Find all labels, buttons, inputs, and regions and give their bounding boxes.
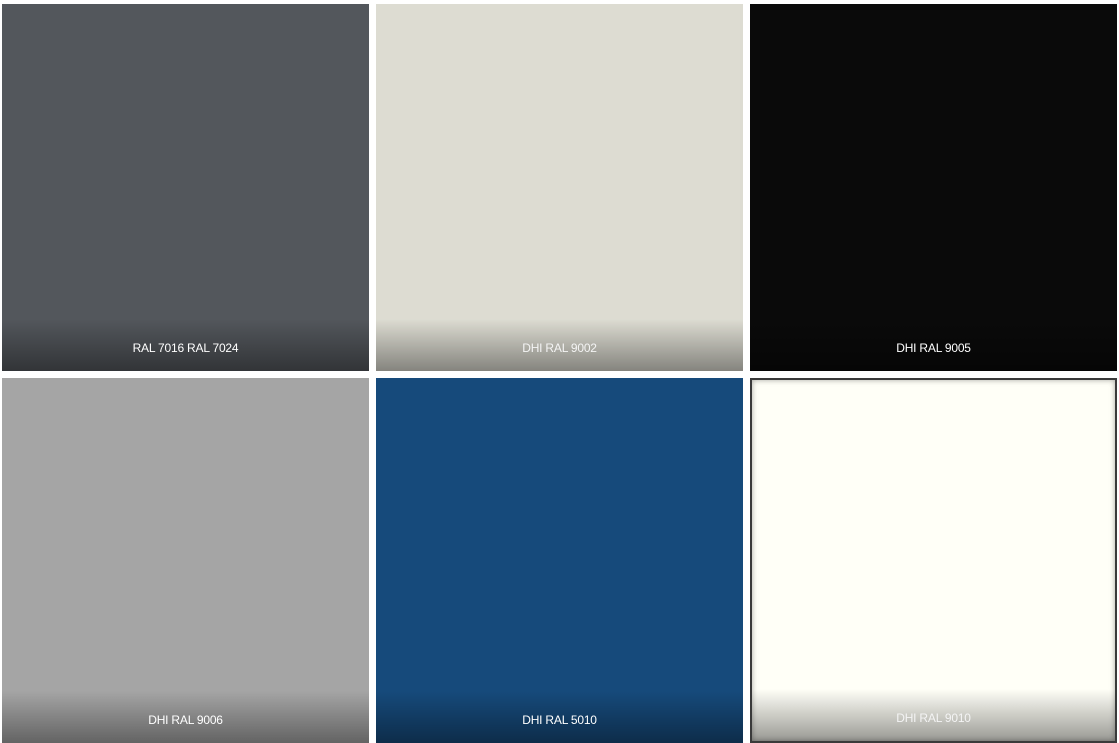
swatch-ral-9002[interactable]: DHI RAL 9002: [376, 4, 743, 371]
swatch-ral-7016-7024[interactable]: RAL 7016 RAL 7024: [2, 4, 369, 371]
swatch-label: DHI RAL 9010: [896, 711, 971, 725]
swatch-label: DHI RAL 9006: [148, 713, 223, 727]
swatch-ral-9006[interactable]: DHI RAL 9006: [2, 378, 369, 743]
swatch-label: DHI RAL 5010: [522, 713, 597, 727]
color-swatch-grid: RAL 7016 RAL 7024 DHI RAL 9002 DHI RAL 9…: [0, 0, 1119, 743]
swatch-ral-9010[interactable]: DHI RAL 9010: [750, 378, 1117, 743]
swatch-label: DHI RAL 9002: [522, 341, 597, 355]
swatch-ral-5010[interactable]: DHI RAL 5010: [376, 378, 743, 743]
swatch-ral-9005[interactable]: DHI RAL 9005: [750, 4, 1117, 371]
swatch-label: RAL 7016 RAL 7024: [132, 341, 239, 355]
swatch-label: DHI RAL 9005: [896, 341, 971, 355]
